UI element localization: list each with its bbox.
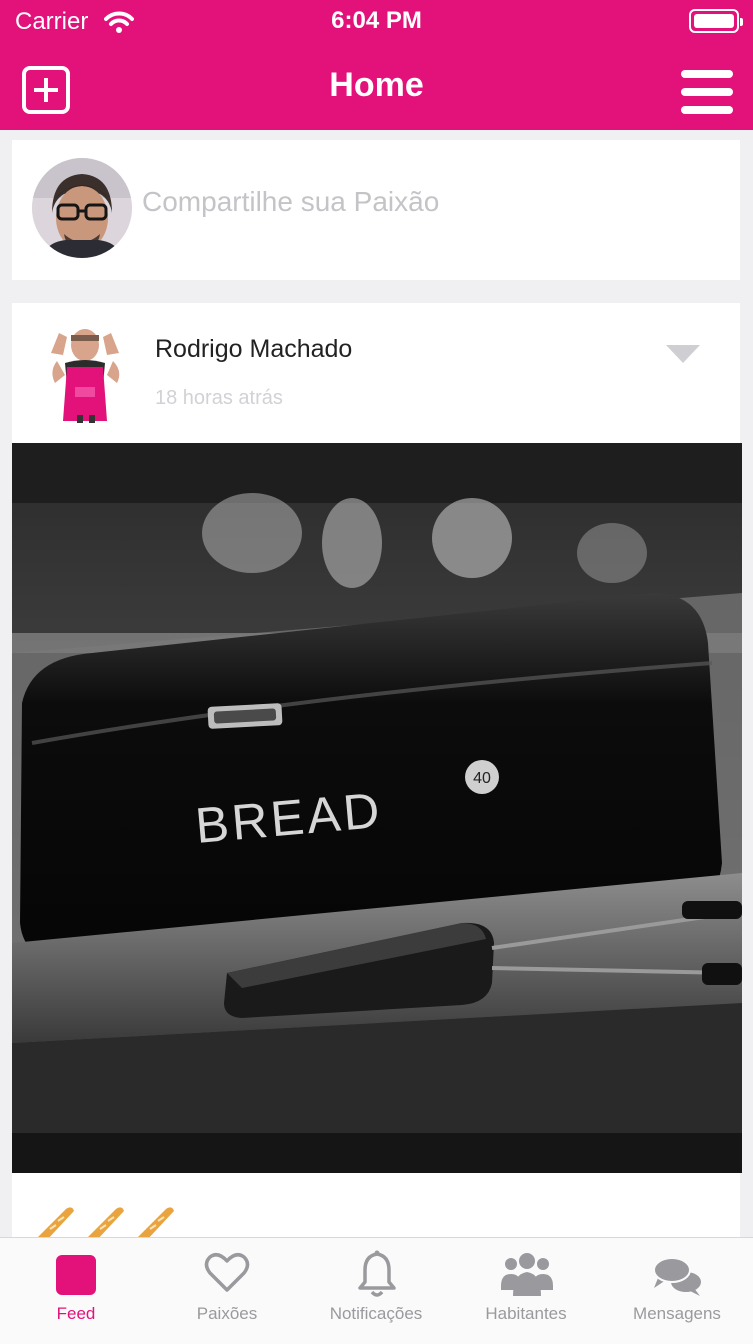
post-photo-image: 40 BREAD [12, 443, 742, 1173]
chat-bubbles-icon [653, 1257, 701, 1296]
tab-label-paixoes: Paixões [196, 1304, 258, 1323]
tab-mensagens[interactable]: Mensagens [602, 1238, 752, 1344]
tab-notificacoes[interactable]: Notificações [301, 1238, 451, 1344]
chevron-down-icon[interactable] [666, 345, 700, 363]
heart-icon [204, 1253, 250, 1292]
tab-habitantes[interactable]: Habitantes [451, 1238, 601, 1344]
menu-line [681, 106, 733, 114]
tab-label-habitantes: Habitantes [485, 1304, 567, 1323]
battery-icon [689, 9, 743, 33]
tab-bar: Feed Paixões Notificações Habitantes Men… [0, 1237, 753, 1344]
navigation-bar: Home [0, 44, 753, 130]
menu-line [681, 70, 733, 78]
tab-label-notificacoes: Notificações [329, 1304, 423, 1323]
post-timestamp: 18 horas atrás [155, 387, 283, 409]
status-bar: Carrier 6:04 PM [0, 0, 753, 44]
tab-paixoes[interactable]: Paixões [152, 1238, 302, 1344]
tab-label-feed: Feed [56, 1304, 96, 1323]
bell-icon [358, 1250, 396, 1297]
author-name[interactable]: Rodrigo Machado [155, 335, 352, 364]
author-avatar-image [37, 323, 133, 423]
tab-feed[interactable]: Feed [1, 1238, 151, 1344]
feed-post: Rodrigo Machado 18 horas atrás 40 BREAD [12, 303, 742, 1263]
user-avatar-image [32, 158, 132, 258]
post-photo[interactable]: 40 BREAD [12, 443, 742, 1173]
user-avatar[interactable] [32, 158, 132, 258]
author-avatar[interactable] [37, 323, 133, 423]
feed-square-icon [56, 1255, 96, 1295]
app-screen: Carrier 6:04 PM Home Compartilhe sua Pai… [0, 0, 753, 1344]
box-badge-text: 40 [473, 770, 491, 787]
battery-level [694, 14, 734, 28]
menu-line [681, 88, 733, 96]
share-input-placeholder[interactable]: Compartilhe sua Paixão [142, 186, 439, 218]
menu-button[interactable] [681, 70, 733, 114]
tab-label-mensagens: Mensagens [633, 1304, 721, 1323]
share-composer[interactable]: Compartilhe sua Paixão [12, 140, 740, 280]
people-icon [501, 1253, 553, 1296]
page-title: Home [329, 66, 424, 104]
status-time: 6:04 PM [331, 7, 422, 34]
